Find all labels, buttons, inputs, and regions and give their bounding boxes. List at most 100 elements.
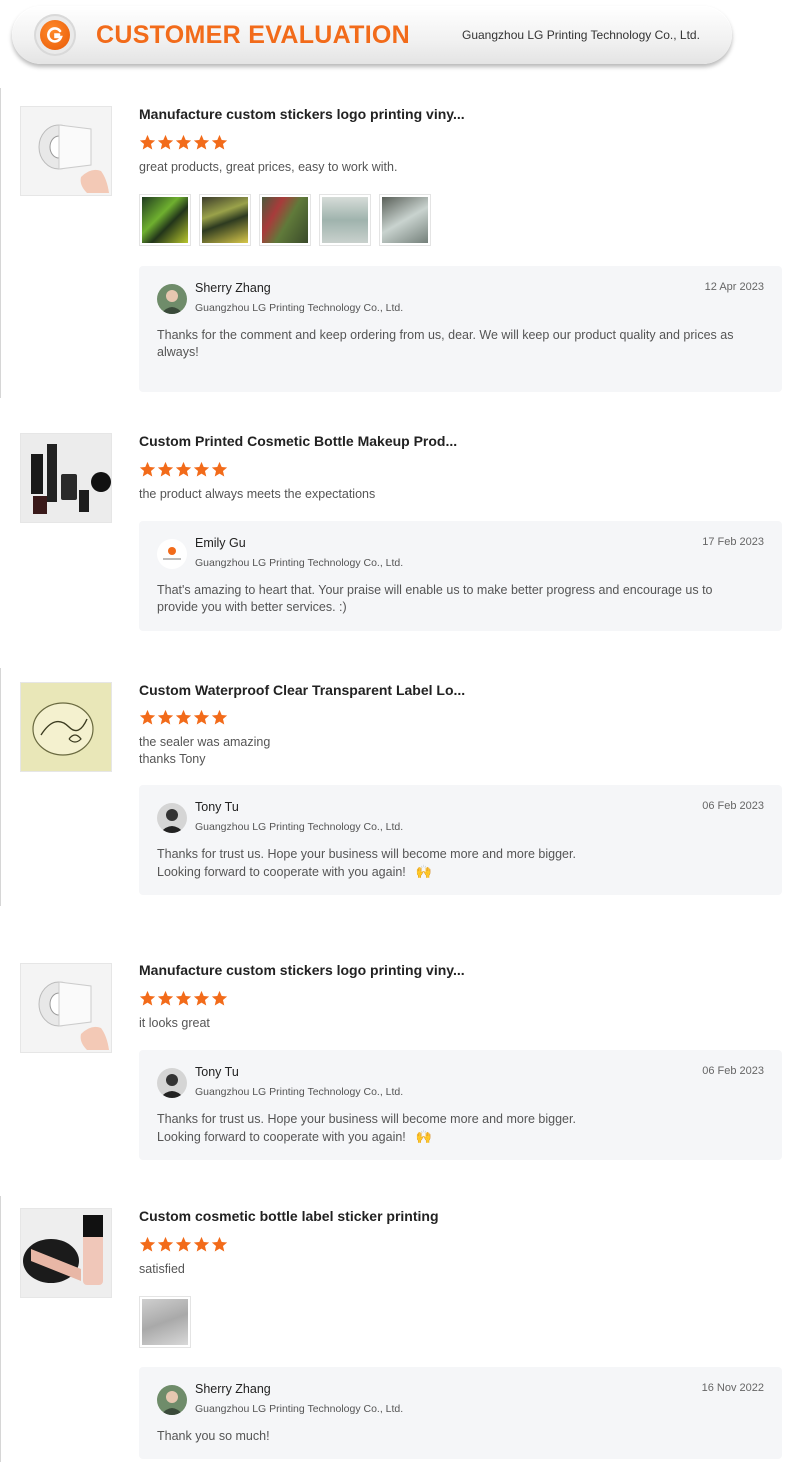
- reply-message-text: Thanks for trust us. Hope your business …: [157, 1112, 576, 1144]
- customer-evaluation-page: CUSTOMER EVALUATION Guangzhou LG Printin…: [0, 0, 800, 1462]
- review-item: Manufacture custom stickers logo printin…: [0, 944, 800, 1174]
- review-item: Manufacture custom stickers logo printin…: [0, 88, 800, 398]
- avatar: [157, 1385, 187, 1415]
- review-text: the sealer was amazing thanks Tony: [139, 735, 271, 766]
- star-icon: [193, 1236, 210, 1252]
- review-text: it looks great: [139, 1016, 210, 1030]
- divider: [0, 88, 1, 398]
- reply-company: Guangzhou LG Printing Technology Co., Lt…: [195, 557, 404, 569]
- logo-g-icon: [40, 20, 70, 50]
- reply-message-text: Thanks for trust us. Hope your business …: [157, 847, 576, 879]
- review-photo[interactable]: [319, 194, 371, 246]
- avatar: [157, 803, 187, 833]
- review-photos: [139, 194, 431, 246]
- star-icon: [193, 461, 210, 477]
- product-title[interactable]: Manufacture custom stickers logo printin…: [139, 962, 465, 978]
- star-icon: [193, 709, 210, 725]
- rating-stars: [139, 461, 228, 479]
- avatar: [157, 284, 187, 314]
- product-thumbnail[interactable]: [20, 682, 112, 772]
- reply-company: Guangzhou LG Printing Technology Co., Lt…: [195, 302, 404, 314]
- star-icon: [211, 990, 228, 1006]
- avatar: [157, 539, 187, 569]
- star-icon: [139, 134, 156, 150]
- review-text: satisfied: [139, 1262, 185, 1276]
- raised-hands-emoji-icon: 🙌: [415, 1129, 432, 1144]
- review-item: Custom Waterproof Clear Transparent Labe…: [0, 668, 800, 906]
- review-item: Custom cosmetic bottle label sticker pri…: [0, 1196, 800, 1462]
- header-company-name: Guangzhou LG Printing Technology Co., Lt…: [462, 28, 700, 42]
- star-icon: [211, 1236, 228, 1252]
- rating-stars: [139, 990, 228, 1008]
- rating-stars: [139, 709, 228, 727]
- reply-name: Sherry Zhang: [195, 281, 271, 295]
- seller-reply: Tony Tu Guangzhou LG Printing Technology…: [139, 785, 782, 895]
- product-thumbnail[interactable]: [20, 106, 112, 196]
- reply-company: Guangzhou LG Printing Technology Co., Lt…: [195, 821, 404, 833]
- divider: [0, 668, 1, 906]
- reply-date: 06 Feb 2023: [702, 800, 764, 812]
- review-photo[interactable]: [379, 194, 431, 246]
- rating-stars: [139, 134, 228, 152]
- review-item: Custom Printed Cosmetic Bottle Makeup Pr…: [0, 414, 800, 644]
- review-photo[interactable]: [199, 194, 251, 246]
- star-icon: [193, 134, 210, 150]
- star-icon: [193, 990, 210, 1006]
- star-icon: [157, 1236, 174, 1252]
- review-photo[interactable]: [259, 194, 311, 246]
- star-icon: [139, 461, 156, 477]
- product-thumbnail[interactable]: [20, 433, 112, 523]
- rating-stars: [139, 1236, 228, 1254]
- seller-reply: Sherry Zhang Guangzhou LG Printing Techn…: [139, 266, 782, 392]
- avatar: [157, 1068, 187, 1098]
- reply-date: 17 Feb 2023: [702, 536, 764, 548]
- review-text: great products, great prices, easy to wo…: [139, 160, 398, 174]
- star-icon: [175, 990, 192, 1006]
- product-thumbnail[interactable]: [20, 963, 112, 1053]
- company-logo: [34, 14, 76, 56]
- reply-company: Guangzhou LG Printing Technology Co., Lt…: [195, 1403, 404, 1415]
- product-title[interactable]: Custom cosmetic bottle label sticker pri…: [139, 1208, 439, 1224]
- star-icon: [157, 990, 174, 1006]
- star-icon: [211, 461, 228, 477]
- reply-name: Tony Tu: [195, 800, 239, 814]
- star-icon: [211, 134, 228, 150]
- seller-reply: Sherry Zhang Guangzhou LG Printing Techn…: [139, 1367, 782, 1459]
- reply-name: Emily Gu: [195, 536, 246, 550]
- star-icon: [157, 709, 174, 725]
- review-photo[interactable]: [139, 194, 191, 246]
- star-icon: [175, 709, 192, 725]
- star-icon: [139, 1236, 156, 1252]
- star-icon: [211, 709, 228, 725]
- product-title[interactable]: Custom Waterproof Clear Transparent Labe…: [139, 682, 465, 698]
- reply-date: 06 Feb 2023: [702, 1065, 764, 1077]
- seller-reply: Emily Gu Guangzhou LG Printing Technolog…: [139, 521, 782, 631]
- review-photos: [139, 1296, 191, 1348]
- star-icon: [157, 461, 174, 477]
- page-title: CUSTOMER EVALUATION: [96, 21, 411, 49]
- reply-message: Thanks for trust us. Hope your business …: [157, 1111, 757, 1146]
- reply-message: That's amazing to heart that. Your prais…: [157, 583, 713, 614]
- reply-name: Sherry Zhang: [195, 1382, 271, 1396]
- review-photo[interactable]: [139, 1296, 191, 1348]
- product-title[interactable]: Manufacture custom stickers logo printin…: [139, 106, 465, 122]
- reply-message: Thanks for trust us. Hope your business …: [157, 846, 757, 881]
- reply-message: Thanks for the comment and keep ordering…: [157, 328, 734, 359]
- star-icon: [139, 990, 156, 1006]
- reply-date: 16 Nov 2022: [701, 1382, 764, 1394]
- star-icon: [157, 134, 174, 150]
- divider: [0, 1196, 1, 1462]
- product-thumbnail[interactable]: [20, 1208, 112, 1298]
- reply-date: 12 Apr 2023: [704, 281, 764, 293]
- star-icon: [175, 461, 192, 477]
- star-icon: [175, 1236, 192, 1252]
- raised-hands-emoji-icon: 🙌: [415, 864, 432, 879]
- star-icon: [175, 134, 192, 150]
- star-icon: [139, 709, 156, 725]
- seller-reply: Tony Tu Guangzhou LG Printing Technology…: [139, 1050, 782, 1160]
- review-text: the product always meets the expectation…: [139, 487, 376, 501]
- reply-message: Thank you so much!: [157, 1429, 270, 1443]
- product-title[interactable]: Custom Printed Cosmetic Bottle Makeup Pr…: [139, 433, 457, 449]
- reply-company: Guangzhou LG Printing Technology Co., Lt…: [195, 1086, 404, 1098]
- reply-name: Tony Tu: [195, 1065, 239, 1079]
